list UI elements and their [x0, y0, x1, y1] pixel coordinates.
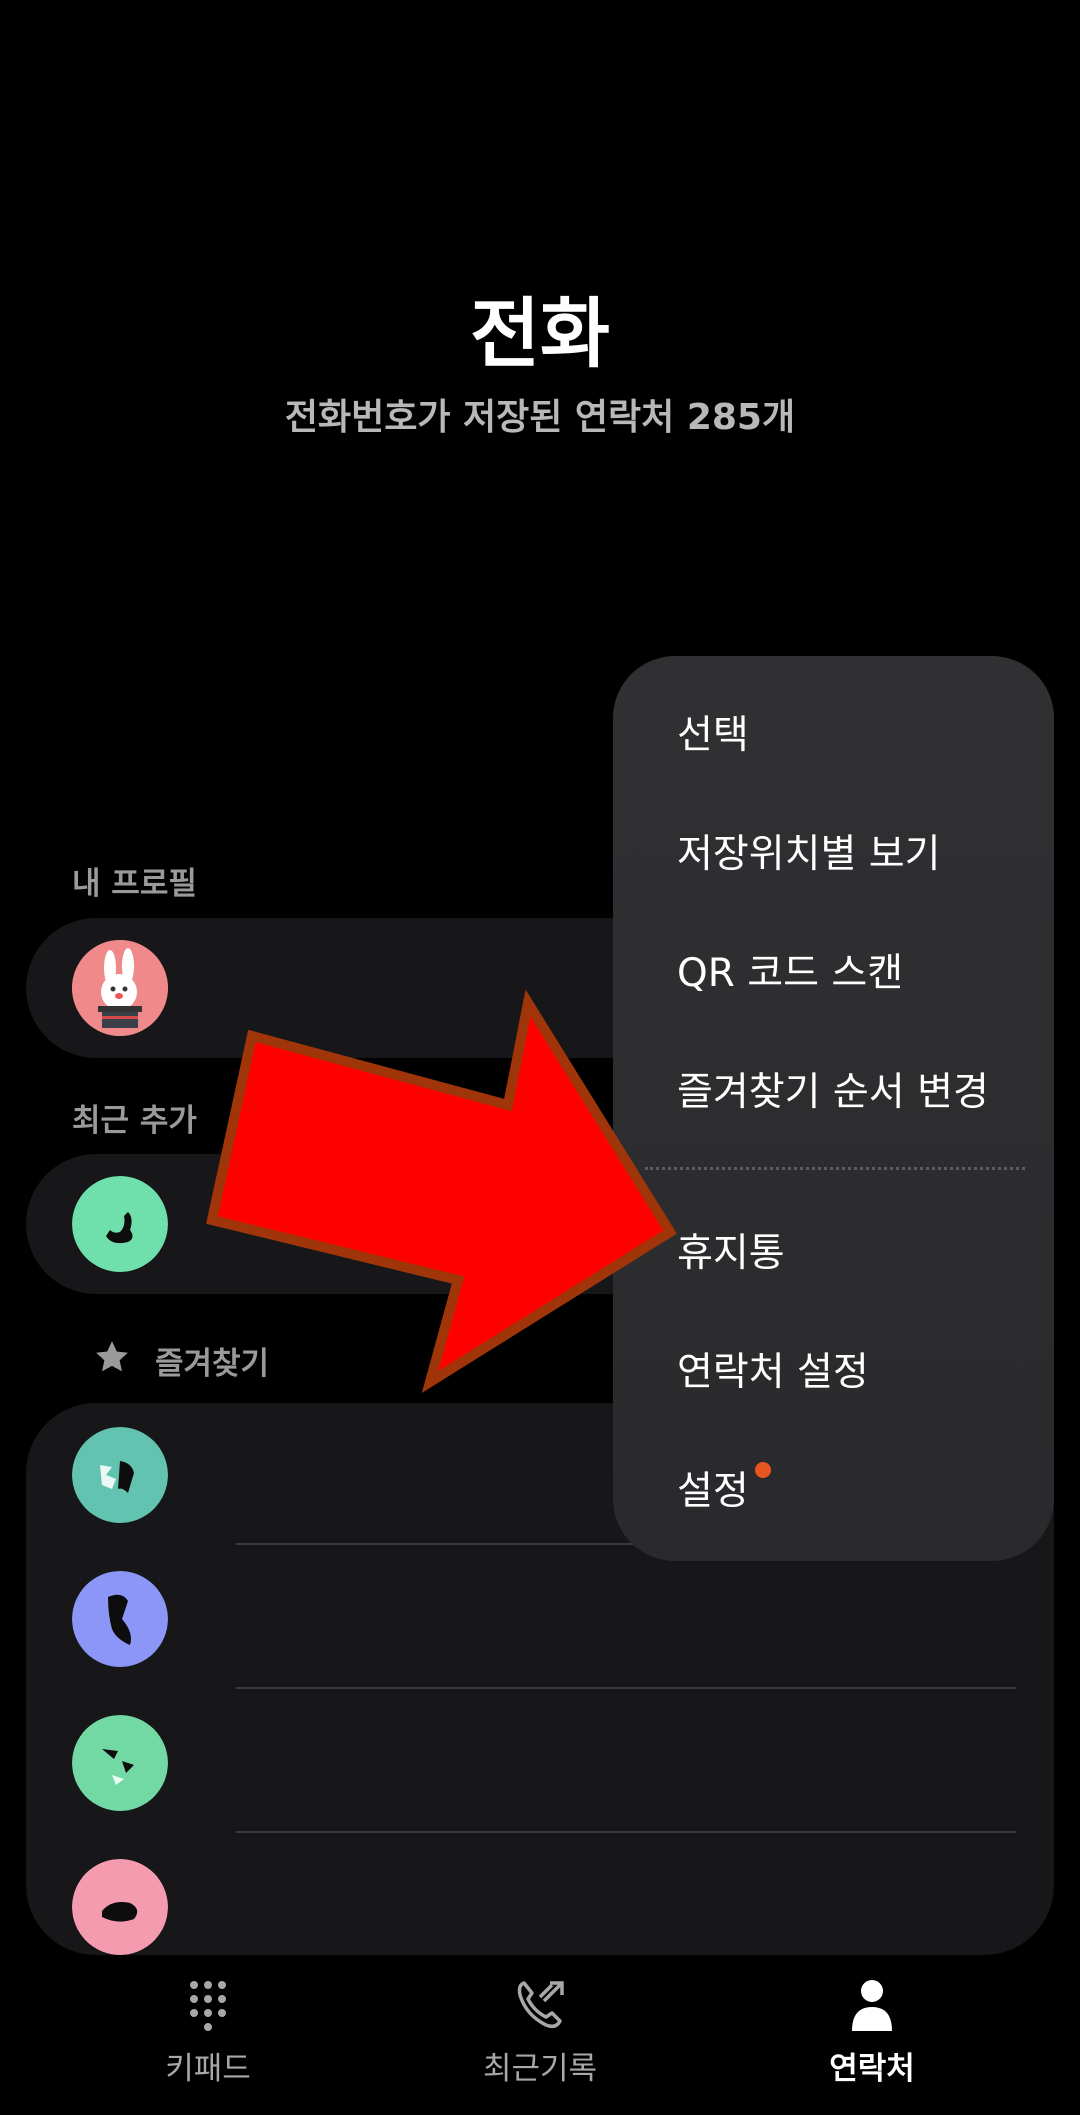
nav-keypad-label: 키패드 [165, 2051, 251, 2087]
menu-item-reorder-favorites[interactable]: 즐겨찾기 순서 변경 [677, 1061, 989, 1117]
contact-count-subtitle: 전화번호가 저장된 연락처 285개 [284, 397, 796, 438]
star-icon [96, 1341, 128, 1372]
menu-item-contact-settings[interactable]: 연락처 설정 [677, 1341, 869, 1397]
contact-avatar [72, 1176, 168, 1272]
profile-avatar [72, 940, 168, 1036]
menu-item-view-by-storage[interactable]: 저장위치별 보기 [677, 823, 941, 879]
list-divider [236, 1831, 1016, 1833]
menu-item-select[interactable]: 선택 [677, 704, 749, 760]
page-title: 전화 [470, 289, 610, 378]
my-profile-label: 내 프로필 [72, 866, 197, 902]
favorites-label: 즐겨찾기 [155, 1346, 270, 1382]
favorite-avatar-4[interactable] [72, 1859, 168, 1955]
call-log-icon [517, 1981, 564, 2029]
list-divider [236, 1687, 1016, 1689]
nav-contacts-label: 연락처 [829, 2051, 915, 2087]
favorite-avatar-3[interactable] [72, 1715, 168, 1811]
menu-separator [645, 1167, 1025, 1170]
menu-item-settings[interactable]: 설정 [677, 1460, 749, 1516]
favorite-avatar-1[interactable] [72, 1427, 168, 1523]
phone-screen: 전화 전화번호가 저장된 연락처 285개 내 프로필 최근 추가 즐겨찾기 선… [0, 0, 1080, 2115]
settings-badge-dot [755, 1462, 771, 1478]
nav-recents-label: 최근기록 [482, 2051, 598, 2087]
favorite-avatar-2[interactable] [72, 1571, 168, 1667]
menu-item-trash[interactable]: 휴지통 [677, 1222, 785, 1278]
overflow-menu: 선택 저장위치별 보기 QR 코드 스캔 즐겨찾기 순서 변경 휴지통 연락처 … [613, 656, 1054, 1561]
keypad-icon [190, 1981, 226, 2031]
person-icon [852, 1980, 892, 2031]
recent-added-label: 최근 추가 [72, 1103, 197, 1139]
menu-item-qr-scan[interactable]: QR 코드 스캔 [677, 942, 903, 998]
